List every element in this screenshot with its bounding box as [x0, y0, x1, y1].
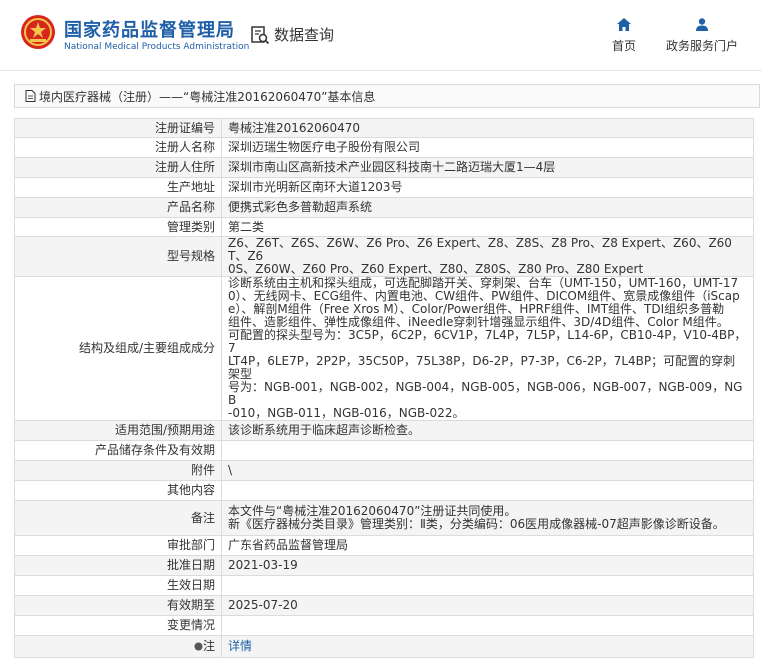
row-label: 审批部门: [14, 535, 222, 556]
table-row: 结构及组成/主要组成成分 诊断系统由主机和探头组成，可选配脚踏开关、穿刺架、台车…: [14, 276, 754, 421]
nav-home-label: 首页: [612, 39, 637, 53]
row-label: 结构及组成/主要组成成分: [14, 276, 222, 421]
table-row: 适用范围/预期用途 该诊断系统用于临床超声诊断检查。: [14, 420, 754, 441]
national-emblem-icon[interactable]: [20, 14, 56, 50]
row-value: [221, 480, 754, 501]
row-label: 适用范围/预期用途: [14, 420, 222, 441]
table-row: 注册证编号 粤械注准20162060470: [14, 118, 754, 138]
data-query-label: 数据查询: [274, 26, 335, 44]
row-label: 产品储存条件及有效期: [14, 440, 222, 461]
table-row: 注册人名称 深圳迈瑞生物医疗电子股份有限公司: [14, 137, 754, 158]
row-value: 粤械注准20162060470: [221, 118, 754, 138]
row-value: 2021-03-19: [221, 555, 754, 576]
row-label: 注: [14, 635, 222, 658]
row-label: 变更情况: [14, 615, 222, 636]
row-label: 型号规格: [14, 236, 222, 277]
table-row: 生效日期: [14, 575, 754, 596]
home-icon: [617, 18, 631, 31]
row-value: [221, 615, 754, 636]
row-label: 注册证编号: [14, 118, 222, 138]
registration-info-table: 注册证编号 粤械注准20162060470 注册人名称 深圳迈瑞生物医疗电子股份…: [14, 118, 754, 658]
row-value: 广东省药品监督管理局: [221, 535, 754, 556]
table-row: 注册人住所 深圳市南山区高新技术产业园区科技南十二路迈瑞大厦1—4层: [14, 157, 754, 178]
table-row: 变更情况: [14, 615, 754, 636]
row-value: 详情: [221, 635, 754, 658]
row-label: 有效期至: [14, 595, 222, 616]
brand-name-cn[interactable]: 国家药品监督管理局: [64, 16, 235, 42]
user-icon: [696, 18, 708, 31]
row-value: 诊断系统由主机和探头组成，可选配脚踏开关、穿刺架、台车（UMT-150，UMT-…: [221, 276, 754, 421]
bullet-icon: [194, 642, 203, 651]
table-row: 产品名称 便携式彩色多普勒超声系统: [14, 197, 754, 218]
row-value: [221, 440, 754, 461]
table-row: 审批部门 广东省药品监督管理局: [14, 535, 754, 556]
brand-name-en[interactable]: National Medical Products Administration: [64, 42, 249, 52]
details-link[interactable]: 详情: [228, 639, 252, 653]
row-label: 管理类别: [14, 217, 222, 237]
row-value: 深圳市光明新区南环大道1203号: [221, 177, 754, 198]
data-search-icon: [251, 25, 270, 44]
row-label: 注册人名称: [14, 137, 222, 158]
table-row: 有效期至 2025-07-20: [14, 595, 754, 616]
table-row: 注 详情: [14, 635, 754, 658]
breadcrumb-text: 境内医疗器械（注册）——“粤械注准20162060470”基本信息: [39, 89, 376, 104]
row-label: 其他内容: [14, 480, 222, 501]
row-label: 生产地址: [14, 177, 222, 198]
breadcrumb: 境内医疗器械（注册）——“粤械注准20162060470”基本信息: [14, 84, 760, 108]
row-label: 批准日期: [14, 555, 222, 576]
note-label: 注: [202, 639, 215, 653]
data-query-link[interactable]: 数据查询: [250, 24, 334, 45]
table-row: 产品储存条件及有效期: [14, 440, 754, 461]
row-value: 深圳迈瑞生物医疗电子股份有限公司: [221, 137, 754, 158]
row-label: 附件: [14, 460, 222, 481]
nav-service-label: 政务服务门户: [666, 39, 739, 53]
nav-service-portal[interactable]: 政务服务门户: [666, 18, 738, 54]
table-row: 其他内容: [14, 480, 754, 501]
row-value: 第二类: [221, 217, 754, 237]
row-value: 本文件与“粤械注准20162060470”注册证共同使用。 新《医疗器械分类目录…: [221, 500, 754, 536]
row-label: 注册人住所: [14, 157, 222, 178]
row-label: 产品名称: [14, 197, 222, 218]
row-value: 该诊断系统用于临床超声诊断检查。: [221, 420, 754, 441]
table-row: 批准日期 2021-03-19: [14, 555, 754, 576]
table-row: 管理类别 第二类: [14, 217, 754, 237]
row-value: [221, 575, 754, 596]
row-value: 便携式彩色多普勒超声系统: [221, 197, 754, 218]
nav-home[interactable]: 首页: [612, 18, 636, 54]
row-value: 深圳市南山区高新技术产业园区科技南十二路迈瑞大厦1—4层: [221, 157, 754, 178]
table-row: 生产地址 深圳市光明新区南环大道1203号: [14, 177, 754, 198]
row-label: 备注: [14, 500, 222, 536]
row-value: \: [221, 460, 754, 481]
table-row: 附件 \: [14, 460, 754, 481]
table-row: 型号规格 Z6、Z6T、Z6S、Z6W、Z6 Pro、Z6 Expert、Z8、…: [14, 236, 754, 277]
row-label: 生效日期: [14, 575, 222, 596]
table-row: 备注 本文件与“粤械注准20162060470”注册证共同使用。 新《医疗器械分…: [14, 500, 754, 536]
row-value: 2025-07-20: [221, 595, 754, 616]
site-header: 国家药品监督管理局 National Medical Products Admi…: [0, 0, 762, 71]
row-value: Z6、Z6T、Z6S、Z6W、Z6 Pro、Z6 Expert、Z8、Z8S、Z…: [221, 236, 754, 277]
document-icon: [25, 90, 36, 102]
